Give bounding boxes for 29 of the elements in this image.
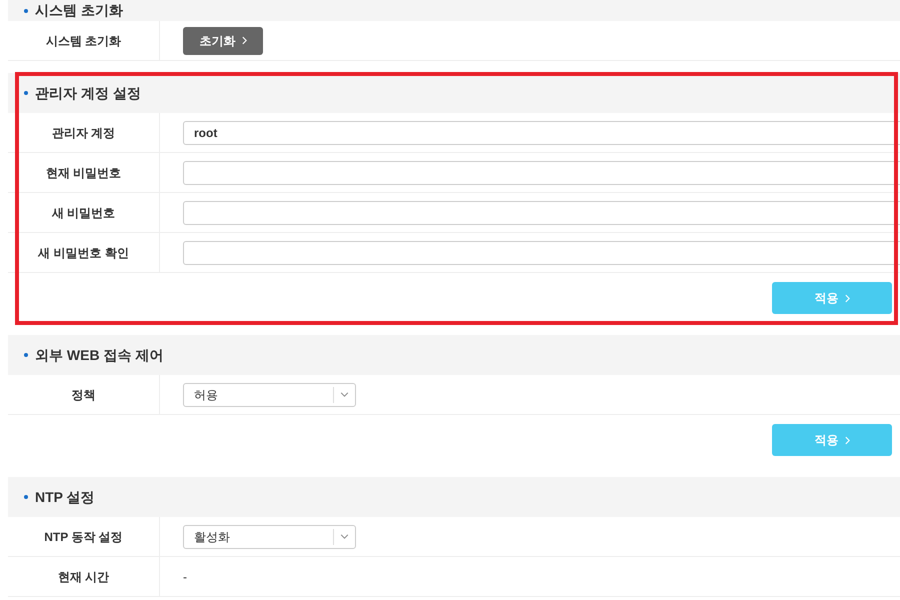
section-title: 관리자 계정 설정	[35, 84, 141, 102]
field-label: NTP 동작 설정	[44, 528, 123, 546]
bullet-icon	[24, 8, 28, 12]
section-title: 외부 WEB 접속 제어	[35, 346, 164, 364]
field-label: 새 비밀번호	[52, 204, 116, 222]
chevron-right-icon	[242, 36, 246, 45]
dropdown-select[interactable]: 활성화	[183, 524, 356, 548]
bullet-icon	[24, 353, 28, 357]
chevron-down-icon	[340, 534, 349, 539]
field-value: -	[183, 568, 187, 586]
chevron-right-icon	[844, 436, 850, 444]
chevron-down-icon	[340, 392, 349, 397]
text-input-field[interactable]	[183, 200, 900, 224]
section-title: 시스템 초기화	[35, 1, 123, 20]
text-input-field[interactable]	[183, 160, 900, 184]
field-label: 현재 시간	[58, 568, 110, 586]
field-label: 시스템 초기화	[46, 32, 122, 50]
reset-button[interactable]: 초기화	[183, 26, 263, 54]
text-input-field[interactable]	[183, 240, 900, 264]
section-title: NTP 설정	[35, 488, 95, 506]
bullet-icon	[24, 91, 28, 95]
field-label: 관리자 계정	[52, 124, 116, 142]
bullet-icon	[24, 495, 28, 499]
field-label: 새 비밀번호 확인	[38, 244, 129, 262]
field-label: 현재 비밀번호	[46, 164, 122, 182]
dropdown-select[interactable]: 허용	[183, 382, 356, 406]
field-label: 정책	[72, 386, 96, 404]
text-input-field[interactable]: root	[183, 120, 900, 144]
chevron-right-icon	[844, 294, 850, 302]
